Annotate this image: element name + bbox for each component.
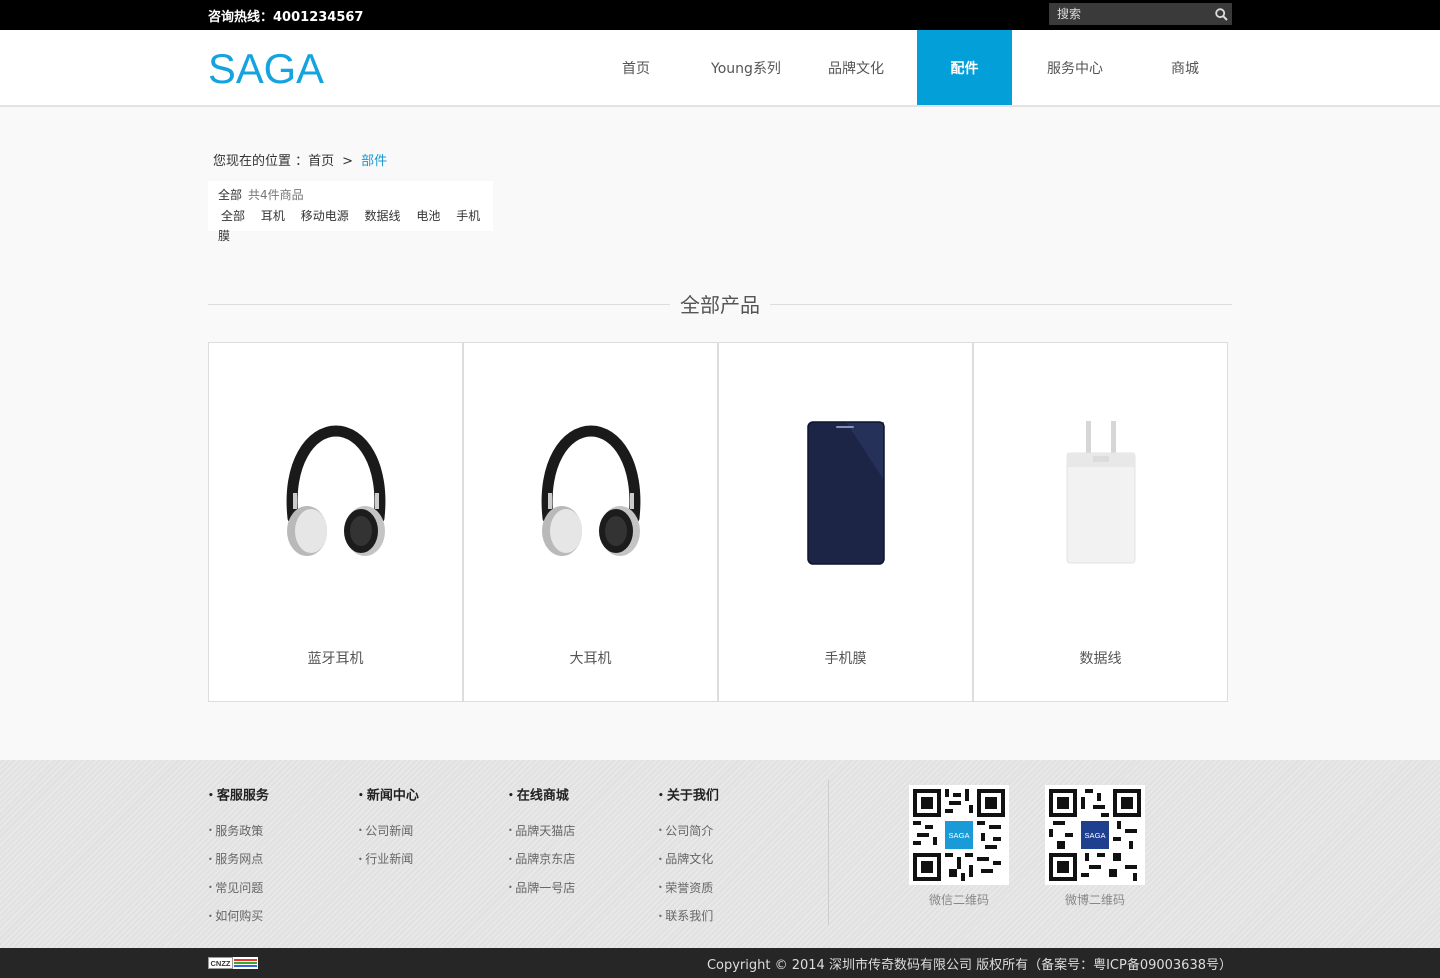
breadcrumb-home[interactable]: 首页 (308, 154, 334, 169)
product-image[interactable] (974, 413, 1227, 573)
footer-column-title: 关于我们 (658, 788, 808, 805)
site-footer: 客服服务 服务政策 服务网点 常见问题 如何购买 新闻中心 公司新闻 行业新闻 … (0, 760, 1440, 948)
qr-code-image: SAGA (909, 785, 1009, 885)
qr-badge: SAGA (1084, 831, 1106, 840)
product-name[interactable]: 大耳机 (464, 648, 717, 668)
breadcrumb: 您现在的位置 ：首页 > 部件 (208, 150, 1232, 169)
product-count: 共4件商品 (248, 188, 304, 202)
phone-case-icon (806, 421, 885, 565)
search-box (1049, 3, 1232, 25)
qr-code-image: SAGA (1045, 785, 1145, 885)
hotline-number: 4001234567 (273, 9, 364, 25)
hotline: 咨询热线：4001234567 (208, 6, 363, 25)
bottom-bar: CNZZ Copyright © 2014 深圳市传奇数码有限公司 版权所有（备… (0, 948, 1440, 978)
product-card[interactable]: 蓝牙耳机 (208, 342, 463, 702)
cnzz-icon: CNZZ (208, 957, 258, 969)
section-title: 全部产品 (208, 289, 1232, 319)
logo-text: SAGA (208, 49, 324, 89)
filter-tag-all[interactable]: 全部 (221, 209, 245, 223)
product-name[interactable]: 手机膜 (719, 648, 972, 668)
breadcrumb-prefix: 您现在的位置 ： (213, 154, 309, 169)
hotline-label: 咨询热线： (208, 9, 274, 25)
footer-link[interactable]: 品牌文化 (658, 845, 808, 874)
copyright-text: Copyright © 2014 深圳市传奇数码有限公司 版权所有（备案号：粤I… (706, 957, 1232, 973)
qr-badge: SAGA (948, 831, 970, 840)
main-nav: 首页 Young系列 品牌文化 配件 服务中心 商城 (581, 30, 1240, 105)
footer-link[interactable]: 服务政策 (208, 817, 358, 846)
filter-title: 全部 (218, 188, 243, 202)
filter-tag-battery[interactable]: 电池 (416, 209, 440, 223)
headphones-icon (541, 425, 640, 556)
footer-column-title: 在线商城 (508, 788, 658, 805)
footer-link[interactable]: 如何购买 (208, 902, 358, 931)
top-bar: 咨询热线：4001234567 (0, 0, 1440, 30)
product-card[interactable]: 数据线 (973, 342, 1228, 702)
section-title-text: 全部产品 (670, 293, 770, 317)
headphones-icon (286, 425, 385, 556)
footer-link[interactable]: 行业新闻 (358, 845, 508, 874)
qr-codes: SAGA 微信二维码 SAGA 微博二维码 (909, 760, 1181, 948)
qr-code-icon: SAGA (913, 789, 1005, 881)
nav-shop[interactable]: 商城 (1130, 30, 1240, 105)
footer-link[interactable]: 品牌一号店 (508, 874, 658, 903)
footer-column-title: 客服服务 (208, 788, 358, 805)
footer-link[interactable]: 品牌京东店 (508, 845, 658, 874)
footer-column-service: 客服服务 服务政策 服务网点 常见问题 如何购买 (208, 760, 358, 948)
footer-link[interactable]: 公司简介 (658, 817, 808, 846)
footer-link[interactable]: 公司新闻 (358, 817, 508, 846)
footer-divider (828, 780, 829, 925)
product-name[interactable]: 数据线 (974, 648, 1227, 668)
product-image[interactable] (464, 413, 717, 573)
qr-label: 微博二维码 (1064, 893, 1125, 907)
charger-icon (1066, 421, 1135, 564)
cnzz-text: CNZZ (211, 959, 231, 968)
footer-column-news: 新闻中心 公司新闻 行业新闻 (358, 760, 508, 948)
category-filter: 全部 共4件商品 全部 耳机 移动电源 数据线 电池 手机膜 (208, 181, 493, 243)
wechat-qr: SAGA 微信二维码 (909, 785, 1009, 948)
search-icon[interactable] (1210, 3, 1232, 25)
footer-column-title: 新闻中心 (358, 788, 508, 805)
site-header: SAGA 首页 Young系列 品牌文化 配件 服务中心 商城 (0, 30, 1440, 107)
product-card[interactable]: 手机膜 (718, 342, 973, 702)
nav-service-center[interactable]: 服务中心 (1020, 30, 1130, 105)
search-input[interactable] (1049, 3, 1210, 25)
footer-link[interactable]: 荣誉资质 (658, 874, 808, 903)
product-image[interactable] (719, 413, 972, 573)
product-name[interactable]: 蓝牙耳机 (209, 648, 462, 668)
product-image[interactable] (209, 413, 462, 573)
main-content: 您现在的位置 ：首页 > 部件 全部 共4件商品 全部 耳机 移动电源 数据线 电池 … (208, 150, 1232, 702)
footer-column-about: 关于我们 公司简介 品牌文化 荣誉资质 联系我们 (658, 760, 808, 948)
product-grid: 蓝牙耳机 大耳机 手机膜 数据线 (208, 342, 1232, 702)
product-card[interactable]: 大耳机 (463, 342, 718, 702)
footer-link[interactable]: 常见问题 (208, 874, 358, 903)
footer-link[interactable]: 品牌天猫店 (508, 817, 658, 846)
nav-brand-culture[interactable]: 品牌文化 (801, 30, 911, 105)
nav-young-series[interactable]: Young系列 (691, 30, 801, 105)
filter-tag-screen-film[interactable]: 手机膜 (218, 209, 480, 243)
qr-code-icon: SAGA (1049, 789, 1141, 881)
cnzz-badge[interactable]: CNZZ (208, 957, 258, 969)
footer-link[interactable]: 服务网点 (208, 845, 358, 874)
filter-tag-earphones[interactable]: 耳机 (261, 209, 285, 223)
saga-logo[interactable]: SAGA (208, 49, 324, 89)
filter-tag-cable[interactable]: 数据线 (365, 209, 401, 223)
weibo-qr: SAGA 微博二维码 (1045, 785, 1145, 948)
qr-label: 微信二维码 (928, 893, 989, 907)
breadcrumb-current: 部件 (361, 154, 388, 169)
footer-column-shop: 在线商城 品牌天猫店 品牌京东店 品牌一号店 (508, 760, 658, 948)
breadcrumb-sep: > (342, 154, 354, 169)
footer-link[interactable]: 联系我们 (658, 902, 808, 931)
nav-home[interactable]: 首页 (581, 30, 691, 105)
nav-accessories[interactable]: 配件 (917, 30, 1012, 105)
filter-tag-power-bank[interactable]: 移动电源 (301, 209, 349, 223)
